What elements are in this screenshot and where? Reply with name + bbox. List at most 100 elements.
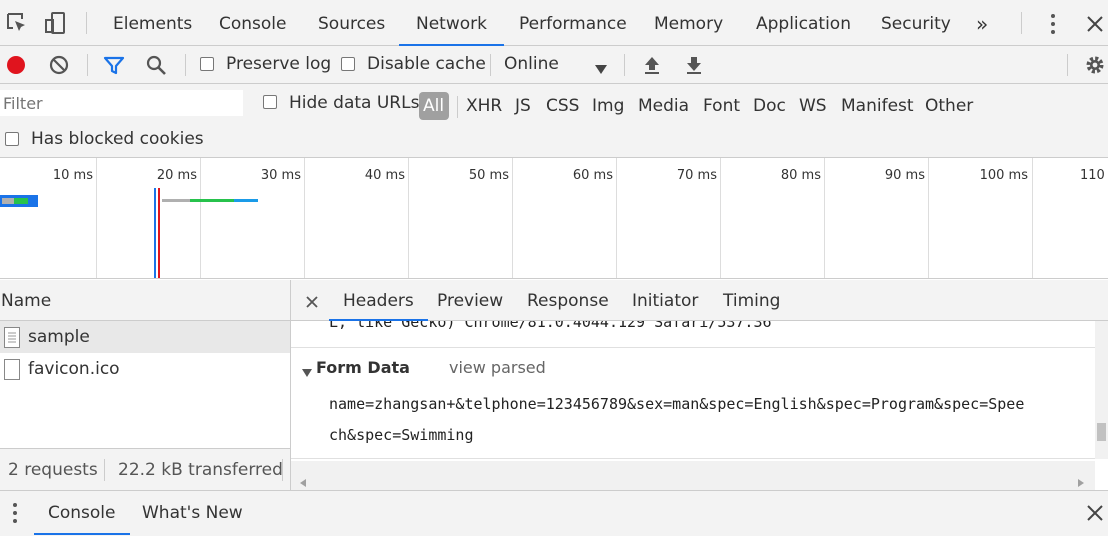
user-agent-value: L, like Gecko) Chrome/81.0.4044.129 Safa… [329, 321, 772, 331]
name-column-header[interactable]: Name [0, 280, 290, 321]
throttling-select[interactable]: Online [504, 54, 559, 74]
tab-security[interactable]: Security [881, 0, 951, 46]
drawer-tab-console[interactable]: Console [34, 491, 129, 535]
request-name: favicon.ico [28, 359, 120, 379]
hide-data-urls-label: Hide data URLs [289, 93, 420, 113]
type-filter-font[interactable]: Font [703, 96, 740, 116]
close-devtools-icon[interactable] [1086, 15, 1104, 33]
scroll-right-arrow-icon[interactable] [1078, 472, 1084, 487]
filter-bar: Hide data URLs All XHR JS CSS Img Media … [0, 84, 1108, 158]
timeline-overview[interactable]: 10 ms 20 ms 30 ms 40 ms 50 ms 60 ms 70 m… [0, 158, 1108, 279]
dom-content-loaded-line [154, 188, 156, 278]
type-filter-all-label: All [423, 96, 445, 116]
filter-icon[interactable] [103, 55, 125, 77]
request-name: sample [28, 327, 90, 347]
type-filter-doc[interactable]: Doc [753, 96, 786, 116]
has-blocked-cookies-checkbox[interactable] [5, 132, 19, 146]
request-bar-favicon-queue [162, 199, 190, 202]
close-drawer-icon[interactable] [1086, 504, 1104, 522]
horizontal-scrollbar[interactable] [291, 461, 1095, 490]
type-filter-ws[interactable]: WS [799, 96, 827, 116]
network-toolbar: Preserve log Disable cache Online [0, 46, 1108, 84]
close-detail-icon[interactable] [306, 293, 318, 308]
disable-cache-checkbox[interactable] [341, 57, 355, 71]
type-filter-media[interactable]: Media [638, 96, 689, 116]
devtools-tab-bar: Elements Console Sources Network Perform… [0, 0, 1108, 46]
tab-console[interactable]: Console [219, 0, 287, 46]
timeline-tick: 30 ms [260, 168, 301, 183]
view-parsed-link[interactable]: view parsed [449, 358, 546, 377]
tab-memory[interactable]: Memory [654, 0, 723, 46]
export-har-icon[interactable] [684, 55, 704, 75]
request-count: 2 requests [8, 460, 98, 480]
request-bar-favicon-wait [190, 199, 234, 202]
request-row-favicon[interactable]: favicon.ico [0, 353, 290, 385]
tab-timing[interactable]: Timing [723, 280, 780, 321]
hide-data-urls-checkbox[interactable] [263, 95, 277, 109]
search-icon[interactable] [145, 54, 167, 76]
tab-application[interactable]: Application [756, 0, 851, 46]
type-filter-img[interactable]: Img [592, 96, 624, 116]
scrollbar-thumb[interactable] [1097, 423, 1106, 441]
tab-initiator[interactable]: Initiator [632, 280, 698, 321]
tab-headers[interactable]: Headers [329, 280, 428, 321]
tab-elements[interactable]: Elements [113, 0, 192, 46]
request-detail-panel: Headers Preview Response Initiator Timin… [291, 280, 1108, 490]
timeline-tick: 20 ms [156, 168, 197, 183]
form-data-expand-arrow[interactable] [302, 363, 312, 377]
transferred-size: 22.2 kB transferred [118, 460, 283, 480]
timeline-tick: 50 ms [468, 168, 509, 183]
type-filter-js[interactable]: JS [515, 96, 531, 116]
type-filter-css[interactable]: CSS [546, 96, 579, 116]
tab-response[interactable]: Response [527, 280, 609, 321]
tab-sources[interactable]: Sources [318, 0, 385, 46]
timeline-tick: 60 ms [572, 168, 613, 183]
type-filter-manifest[interactable]: Manifest [841, 96, 914, 116]
headers-content: L, like Gecko) Chrome/81.0.4044.129 Safa… [291, 321, 1108, 459]
disable-cache-label: Disable cache [367, 54, 486, 74]
timeline-tick: 90 ms [884, 168, 925, 183]
request-bar-favicon-download [234, 199, 258, 202]
drawer-menu-icon[interactable] [10, 502, 20, 524]
timeline-tick: 70 ms [676, 168, 717, 183]
type-filter-xhr[interactable]: XHR [466, 96, 502, 116]
request-bar-sample-queue [2, 198, 14, 204]
requests-panel: Name sample favicon.ico 2 requests 22.2 … [0, 280, 291, 490]
request-row-sample[interactable]: sample [0, 321, 290, 353]
timeline-tick: 80 ms [780, 168, 821, 183]
file-icon [4, 359, 20, 380]
name-header-label: Name [1, 291, 52, 311]
timeline-tick: 110 [1080, 168, 1105, 183]
form-data-value-cont: ch&spec=Swimming [329, 426, 474, 444]
clear-icon[interactable] [49, 55, 69, 75]
chevron-down-icon[interactable] [595, 60, 607, 74]
form-data-value: name=zhangsan+&telphone=123456789&sex=ma… [329, 395, 1025, 413]
detail-tab-bar: Headers Preview Response Initiator Timin… [291, 280, 1108, 321]
has-blocked-cookies-label: Has blocked cookies [31, 129, 204, 149]
scroll-left-arrow-icon[interactable] [300, 472, 306, 487]
device-toolbar-icon[interactable] [44, 11, 68, 35]
more-tabs-button[interactable]: » [976, 0, 988, 46]
type-filter-other[interactable]: Other [925, 96, 973, 116]
drawer-tab-whats-new[interactable]: What's New [142, 491, 243, 535]
tab-preview[interactable]: Preview [437, 280, 503, 321]
timeline-tick: 10 ms [52, 168, 93, 183]
preserve-log-label: Preserve log [226, 54, 332, 74]
inspect-element-icon[interactable] [6, 12, 28, 34]
document-icon [4, 327, 20, 348]
form-data-title[interactable]: Form Data [316, 358, 410, 377]
record-icon[interactable] [7, 56, 25, 74]
load-event-line [158, 188, 160, 278]
timeline-tick: 40 ms [364, 168, 405, 183]
tab-network[interactable]: Network [399, 0, 504, 46]
drawer-tab-bar: Console What's New [0, 490, 1108, 536]
tab-performance[interactable]: Performance [519, 0, 627, 46]
settings-gear-icon[interactable] [1084, 54, 1106, 76]
kebab-menu-icon[interactable] [1046, 13, 1060, 35]
filter-input[interactable] [0, 90, 243, 116]
timeline-tick: 100 ms [979, 168, 1028, 183]
import-har-icon[interactable] [642, 55, 662, 75]
preserve-log-checkbox[interactable] [200, 57, 214, 71]
summary-bar: 2 requests 22.2 kB transferred [0, 448, 290, 490]
vertical-scrollbar[interactable] [1095, 321, 1108, 459]
